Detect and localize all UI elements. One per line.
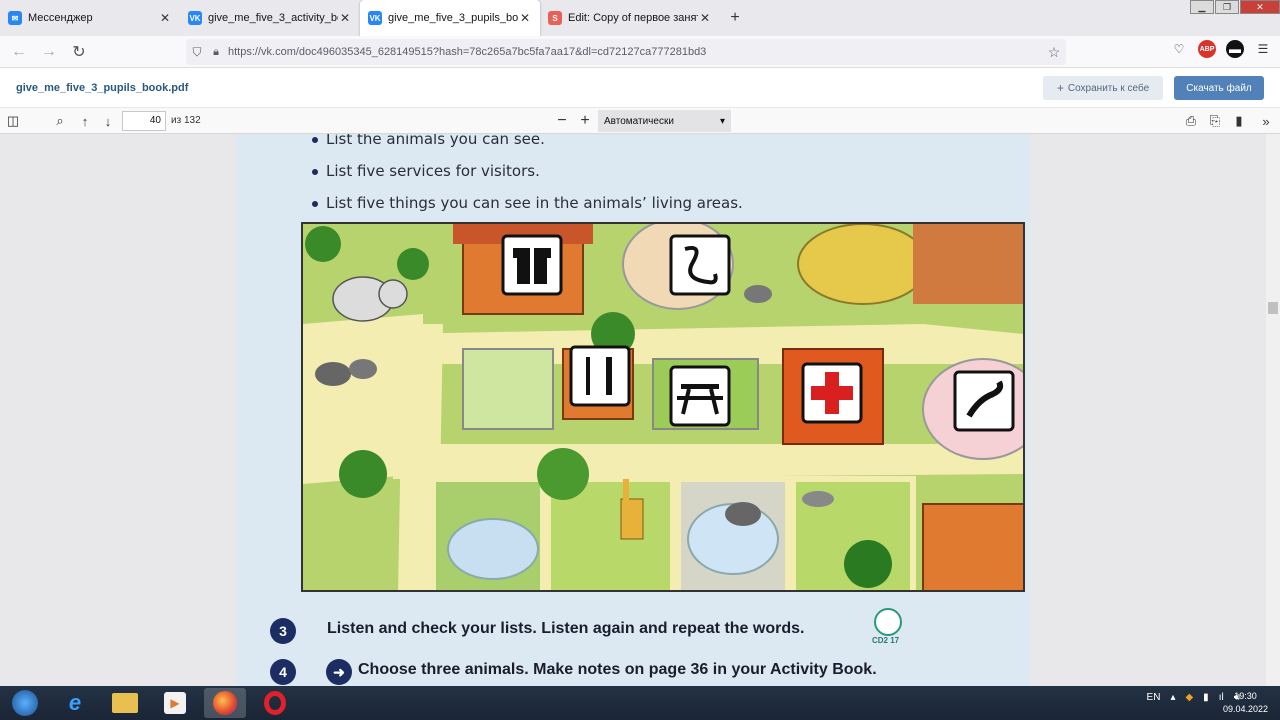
menu-icon[interactable]: ☰ <box>1254 40 1272 58</box>
task-text: Listen and check your lists. Listen agai… <box>327 620 805 637</box>
opera-glyph <box>264 691 286 715</box>
search-icon[interactable]: ⌕ <box>50 111 70 131</box>
file-explorer-icon[interactable] <box>104 688 146 718</box>
close-icon[interactable]: ✕ <box>698 11 712 25</box>
plus-icon: + <box>1056 81 1064 95</box>
task-number: 4 <box>270 659 296 685</box>
scrollbar-thumb[interactable] <box>1268 302 1278 314</box>
pdf-viewer: List the animals you can see. List five … <box>0 134 1280 686</box>
cd-label: CD2 17 <box>872 636 900 645</box>
network-icon[interactable]: ▮ <box>1203 692 1209 703</box>
next-page-icon[interactable]: ↓ <box>98 111 118 131</box>
bullet-item: List five services for visitors. <box>312 162 540 180</box>
folder-glyph <box>112 693 138 713</box>
window-controls: ▁ ❐ ✕ <box>1189 0 1280 14</box>
tools-icon[interactable]: » <box>1256 111 1276 131</box>
media-player-icon[interactable]: ▶ <box>154 688 196 718</box>
bullet-item: List the animals you can see. <box>312 134 545 148</box>
print-icon[interactable]: ⎙ <box>1181 111 1201 131</box>
windows-logo-icon <box>12 690 38 716</box>
task-number: 3 <box>270 618 296 644</box>
internet-explorer-icon[interactable]: e <box>54 688 96 718</box>
ie-glyph: e <box>68 690 82 715</box>
zoo-map-illustration <box>301 222 1025 592</box>
vertical-scrollbar[interactable] <box>1266 134 1280 686</box>
new-tab-button[interactable]: + <box>720 0 750 36</box>
adblock-icon[interactable]: ABP <box>1198 40 1216 58</box>
page-total: из 132 <box>171 115 201 126</box>
sidebar-toggle-icon[interactable]: ◫ <box>3 111 23 131</box>
extension-icon[interactable]: ▬ <box>1226 40 1244 58</box>
save-to-self-label: Сохранить к себе <box>1067 82 1150 94</box>
close-icon[interactable]: ✕ <box>518 11 532 25</box>
clock-date: 09.04.2022 <box>1222 704 1268 714</box>
windows-taskbar: e ▶ EN ▴ ◆ ▮ ıl 🔊︎ 19:30 09.04.2022 <box>0 686 1280 720</box>
browser-tab-bar: ✉ Мессенджер ✕ VK give_me_five_3_activit… <box>0 0 1280 36</box>
back-arrow-icon[interactable]: ← <box>4 38 34 66</box>
opera-icon[interactable] <box>254 688 296 718</box>
lock-icon[interactable]: 🔒︎ <box>208 46 224 59</box>
tab-messenger[interactable]: ✉ Мессенджер ✕ <box>0 0 180 36</box>
vk-icon: VK <box>368 11 382 25</box>
zoom-select-value: Автоматически <box>604 115 674 127</box>
pdf-toolbar: ◫ ⌕ ↑ ↓ 40 из 132 − + Автоматически ▾ ⎙ … <box>0 108 1280 134</box>
shield-icon[interactable]: ⛉ <box>186 45 208 60</box>
bullet-item: List five things you can see in the anim… <box>312 194 743 212</box>
bookmark-icon[interactable]: ▮ <box>1229 111 1249 131</box>
address-bar[interactable]: ⛉ 🔒︎ https://vk.com/doc496035345_6281495… <box>186 39 1066 65</box>
chevron-down-icon: ▾ <box>719 115 725 127</box>
play-glyph: ▶ <box>164 692 186 714</box>
clock-time: 19:30 <box>1234 691 1257 701</box>
tab-title: Edit: Copy of первое занятие (н <box>568 12 698 24</box>
pdf-page: List the animals you can see. List five … <box>236 134 1030 686</box>
tab-pupils-book[interactable]: VK give_me_five_3_pupils_book.pdf ✕ <box>360 0 540 36</box>
language-indicator[interactable]: EN <box>1147 692 1161 703</box>
save-to-self-button[interactable]: + Сохранить к себе <box>1043 76 1163 100</box>
start-button[interactable] <box>4 688 46 718</box>
tray-arrow-icon[interactable]: ▴ <box>1170 692 1175 703</box>
vk-doc-header: give_me_five_3_pupils_book.pdf + Сохрани… <box>0 68 1280 108</box>
tray-app-icon[interactable]: ◆ <box>1185 692 1193 703</box>
zoom-in-icon[interactable]: + <box>575 111 595 131</box>
close-icon[interactable]: ✕ <box>338 11 352 25</box>
navigation-bar: ← → ↻ ⛉ 🔒︎ https://vk.com/doc496035345_6… <box>0 36 1280 68</box>
forward-arrow-icon[interactable]: → <box>34 38 64 66</box>
restore-button[interactable]: ❐ <box>1215 0 1239 14</box>
pocket-icon[interactable]: ♡ <box>1170 40 1188 58</box>
tab-edit-copy[interactable]: S Edit: Copy of первое занятие (н ✕ <box>540 0 720 36</box>
firefox-glyph <box>213 691 237 715</box>
page-number-input[interactable]: 40 <box>122 111 166 131</box>
extensions: ♡ ABP ▬ ☰ <box>1170 40 1272 58</box>
zoom-select[interactable]: Автоматически ▾ <box>598 110 731 132</box>
arrow-right-icon: ➜ <box>326 659 352 685</box>
document-title: give_me_five_3_pupils_book.pdf <box>16 82 189 94</box>
messenger-icon: ✉ <box>8 11 22 25</box>
firefox-icon[interactable] <box>204 688 246 718</box>
close-window-button[interactable]: ✕ <box>1240 0 1280 14</box>
tab-title: give_me_five_3_activity_book.pdf <box>208 12 338 24</box>
save-icon[interactable]: ⎘ <box>1205 111 1225 131</box>
previous-page-icon[interactable]: ↑ <box>75 111 95 131</box>
tab-activity-book[interactable]: VK give_me_five_3_activity_book.pdf ✕ <box>180 0 360 36</box>
cd-icon <box>874 608 902 636</box>
system-clock[interactable]: 19:30 09.04.2022 <box>1223 690 1268 716</box>
download-button[interactable]: Скачать файл <box>1174 76 1264 100</box>
tab-title: Мессенджер <box>28 12 93 24</box>
minimize-button[interactable]: ▁ <box>1190 0 1214 14</box>
zoo-map-drawing <box>303 224 1023 590</box>
bookmark-star-icon[interactable]: ☆ <box>1042 44 1066 61</box>
s-icon: S <box>548 11 562 25</box>
zoom-out-icon[interactable]: − <box>552 111 572 131</box>
tab-title: give_me_five_3_pupils_book.pdf <box>388 12 518 24</box>
task-text: Choose three animals. Make notes on page… <box>358 661 877 678</box>
close-icon[interactable]: ✕ <box>158 11 172 25</box>
reload-icon[interactable]: ↻ <box>64 38 94 66</box>
url-text[interactable]: https://vk.com/doc496035345_628149515?ha… <box>224 46 1042 58</box>
vk-icon: VK <box>188 11 202 25</box>
